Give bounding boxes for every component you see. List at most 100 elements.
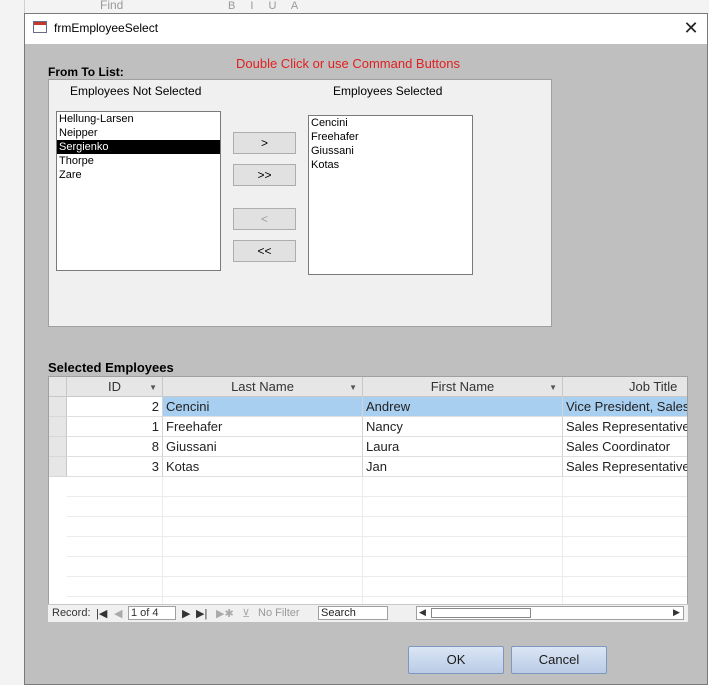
title-bar: frmEmployeeSelect ✕	[25, 14, 707, 44]
table-cell-id[interactable]: 8	[67, 437, 163, 457]
from-to-panel: Employees Not Selected Employees Selecte…	[48, 79, 552, 327]
employee-select-dialog: frmEmployeeSelect ✕ Double Click or use …	[24, 13, 708, 685]
table-cell-title[interactable]: Sales Coordinator	[563, 437, 687, 457]
empty-grid-cell	[67, 517, 163, 537]
selected-employees-label: Selected Employees	[48, 360, 174, 375]
row-selector[interactable]	[49, 457, 67, 477]
empty-grid-cell	[363, 577, 563, 597]
from-to-label: From To List:	[48, 65, 124, 79]
instruction-hint: Double Click or use Command Buttons	[236, 56, 460, 71]
list-item[interactable]: Sergienko	[57, 140, 220, 154]
table-cell-first[interactable]: Jan	[363, 457, 563, 477]
empty-grid-cell	[563, 577, 687, 597]
select-all-corner[interactable]	[49, 377, 67, 397]
list-item[interactable]: Thorpe	[57, 154, 220, 168]
column-header-job-title[interactable]: Job Title	[563, 377, 687, 397]
row-selector[interactable]	[49, 437, 67, 457]
window-title: frmEmployeeSelect	[54, 21, 159, 35]
first-record-icon[interactable]: |◀	[96, 607, 107, 620]
empty-grid-cell	[563, 477, 687, 497]
empty-grid-cell	[363, 537, 563, 557]
filter-icon[interactable]: ⊻	[242, 607, 250, 620]
previous-record-icon[interactable]: ◀	[114, 607, 122, 620]
chevron-down-icon[interactable]: ▼	[149, 378, 157, 397]
new-record-icon[interactable]: ▶✱	[216, 607, 234, 620]
form-icon	[33, 21, 47, 33]
table-cell-id[interactable]: 3	[67, 457, 163, 477]
horizontal-scrollbar[interactable]: ◀ ▶	[416, 606, 684, 620]
table-cell-last[interactable]: Kotas	[163, 457, 363, 477]
list-item[interactable]: Zare	[57, 168, 220, 182]
row-selector[interactable]	[49, 397, 67, 417]
list-item[interactable]: Neipper	[57, 126, 220, 140]
background-find-label: Find	[100, 0, 124, 12]
column-header-last-name[interactable]: Last Name ▼	[163, 377, 363, 397]
empty-grid-cell	[163, 477, 363, 497]
empty-grid-cell	[363, 557, 563, 577]
chevron-down-icon[interactable]: ▼	[349, 378, 357, 397]
table-cell-title[interactable]: Sales Representative	[563, 457, 687, 477]
empty-grid-cell	[363, 477, 563, 497]
table-cell-id[interactable]: 1	[67, 417, 163, 437]
column-header-id-label: ID	[108, 379, 121, 394]
empty-grid-cell	[67, 577, 163, 597]
record-label: Record:	[52, 607, 91, 619]
list-item[interactable]: Freehafer	[309, 130, 472, 144]
ok-button[interactable]: OK	[408, 646, 504, 674]
table-cell-last[interactable]: Cencini	[163, 397, 363, 417]
empty-grid-cell	[563, 497, 687, 517]
next-record-icon[interactable]: ▶	[182, 607, 190, 620]
empty-grid-cell	[163, 497, 363, 517]
empty-grid-cell	[163, 517, 363, 537]
cancel-button[interactable]: Cancel	[511, 646, 607, 674]
remove-one-button[interactable]: <	[233, 208, 296, 230]
scroll-right-icon[interactable]: ▶	[673, 607, 680, 618]
move-all-button[interactable]: >>	[233, 164, 296, 186]
list-item[interactable]: Hellung-Larsen	[57, 112, 220, 126]
record-navigation-bar: Record: |◀ ◀ 1 of 4 ▶ ▶| ▶✱ ⊻ No Filter …	[48, 604, 688, 622]
list-item[interactable]: Kotas	[309, 158, 472, 172]
scroll-left-icon[interactable]: ◀	[419, 607, 426, 618]
table-cell-title[interactable]: Vice President, Sales	[563, 397, 687, 417]
column-header-id[interactable]: ID ▼	[67, 377, 163, 397]
empty-grid-cell	[67, 477, 163, 497]
table-cell-last[interactable]: Freehafer	[163, 417, 363, 437]
background-format-toolbar: B I U A	[228, 0, 305, 12]
remove-all-button[interactable]: <<	[233, 240, 296, 262]
table-cell-last[interactable]: Giussani	[163, 437, 363, 457]
search-input[interactable]: Search	[318, 606, 388, 620]
table-cell-first[interactable]: Andrew	[363, 397, 563, 417]
row-selector[interactable]	[49, 417, 67, 437]
table-cell-first[interactable]: Nancy	[363, 417, 563, 437]
empty-grid-cell	[163, 557, 363, 577]
empty-grid-cell	[563, 557, 687, 577]
table-cell-id[interactable]: 2	[67, 397, 163, 417]
list-item[interactable]: Giussani	[309, 144, 472, 158]
column-header-first-name[interactable]: First Name ▼	[363, 377, 563, 397]
table-cell-title[interactable]: Sales Representative	[563, 417, 687, 437]
empty-grid-cell	[163, 577, 363, 597]
empty-grid-cell	[563, 537, 687, 557]
list-item[interactable]: Cencini	[309, 116, 472, 130]
empty-grid-cell	[363, 517, 563, 537]
move-one-button[interactable]: >	[233, 132, 296, 154]
empty-grid-cell	[163, 537, 363, 557]
employees-selected-list[interactable]: Cencini Freehafer Giussani Kotas	[308, 115, 473, 275]
background-sidebar	[0, 0, 25, 685]
scroll-thumb[interactable]	[431, 608, 531, 618]
empty-grid-cell	[67, 537, 163, 557]
employees-not-selected-list[interactable]: Hellung-Larsen Neipper Sergienko Thorpe Zare	[56, 111, 221, 271]
not-selected-header: Employees Not Selected	[70, 84, 202, 98]
selected-header: Employees Selected	[333, 84, 443, 98]
close-icon[interactable]: ✕	[680, 17, 702, 39]
table-cell-first[interactable]: Laura	[363, 437, 563, 457]
empty-grid-cell	[67, 497, 163, 517]
empty-grid-cell	[363, 497, 563, 517]
chevron-down-icon[interactable]: ▼	[549, 378, 557, 397]
current-record-field[interactable]: 1 of 4	[128, 606, 176, 620]
no-filter-label[interactable]: No Filter	[258, 607, 300, 619]
selected-employees-datasheet: ID ▼ Last Name ▼ First Name ▼ Job Title 2 Ce…	[48, 376, 688, 622]
empty-grid-cell	[67, 557, 163, 577]
empty-grid-cell	[563, 517, 687, 537]
last-record-icon[interactable]: ▶|	[196, 607, 207, 620]
